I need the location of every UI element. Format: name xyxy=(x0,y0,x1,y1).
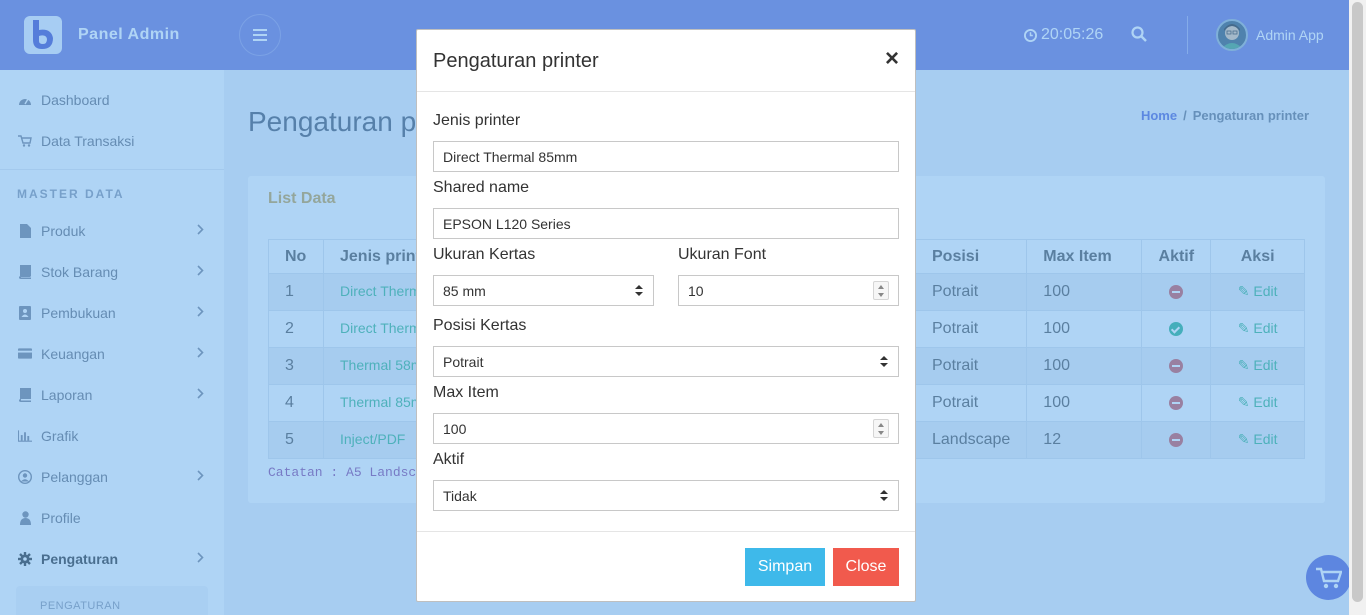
posisi-kertas-select[interactable]: Potrait xyxy=(433,346,899,377)
save-button[interactable]: Simpan xyxy=(745,548,825,586)
number-spinner-icon[interactable] xyxy=(873,419,889,438)
ukuran-kertas-value: 85 mm xyxy=(443,282,486,299)
posisi-kertas-value: Potrait xyxy=(443,353,484,370)
modal-close-icon[interactable]: × xyxy=(885,47,899,71)
close-button[interactable]: Close xyxy=(833,548,899,586)
jenis-printer-input[interactable]: Direct Thermal 85mm xyxy=(433,141,899,172)
select-arrows-icon xyxy=(635,285,643,297)
scrollbar-thumb[interactable] xyxy=(1352,2,1363,602)
shared-name-input[interactable]: EPSON L120 Series xyxy=(433,208,899,239)
max-item-input[interactable]: 100 xyxy=(433,413,899,444)
jenis-printer-label: Jenis printer xyxy=(433,112,521,129)
ukuran-font-label: Ukuran Font xyxy=(678,246,767,263)
page-scrollbar[interactable] xyxy=(1349,0,1366,615)
select-arrows-icon xyxy=(880,356,888,368)
max-item-value: 100 xyxy=(443,420,467,437)
aktif-select[interactable]: Tidak xyxy=(433,480,899,511)
max-item-label: Max Item xyxy=(433,384,499,401)
ukuran-kertas-label: Ukuran Kertas xyxy=(433,246,536,263)
aktif-value: Tidak xyxy=(443,487,477,504)
shared-name-label: Shared name xyxy=(433,179,530,196)
modal-header: Pengaturan printer × xyxy=(417,30,915,92)
modal-footer: Simpan Close xyxy=(417,531,915,601)
ukuran-kertas-select[interactable]: 85 mm xyxy=(433,275,654,306)
number-spinner-icon[interactable] xyxy=(873,281,889,300)
modal-title: Pengaturan printer xyxy=(433,50,599,72)
ukuran-font-input[interactable]: 10 xyxy=(678,275,899,306)
printer-settings-modal: Pengaturan printer × Jenis printer Direc… xyxy=(416,29,916,602)
ukuran-font-value: 10 xyxy=(688,282,704,299)
posisi-kertas-label: Posisi Kertas xyxy=(433,317,527,334)
aktif-label: Aktif xyxy=(433,451,465,468)
select-arrows-icon xyxy=(880,490,888,502)
